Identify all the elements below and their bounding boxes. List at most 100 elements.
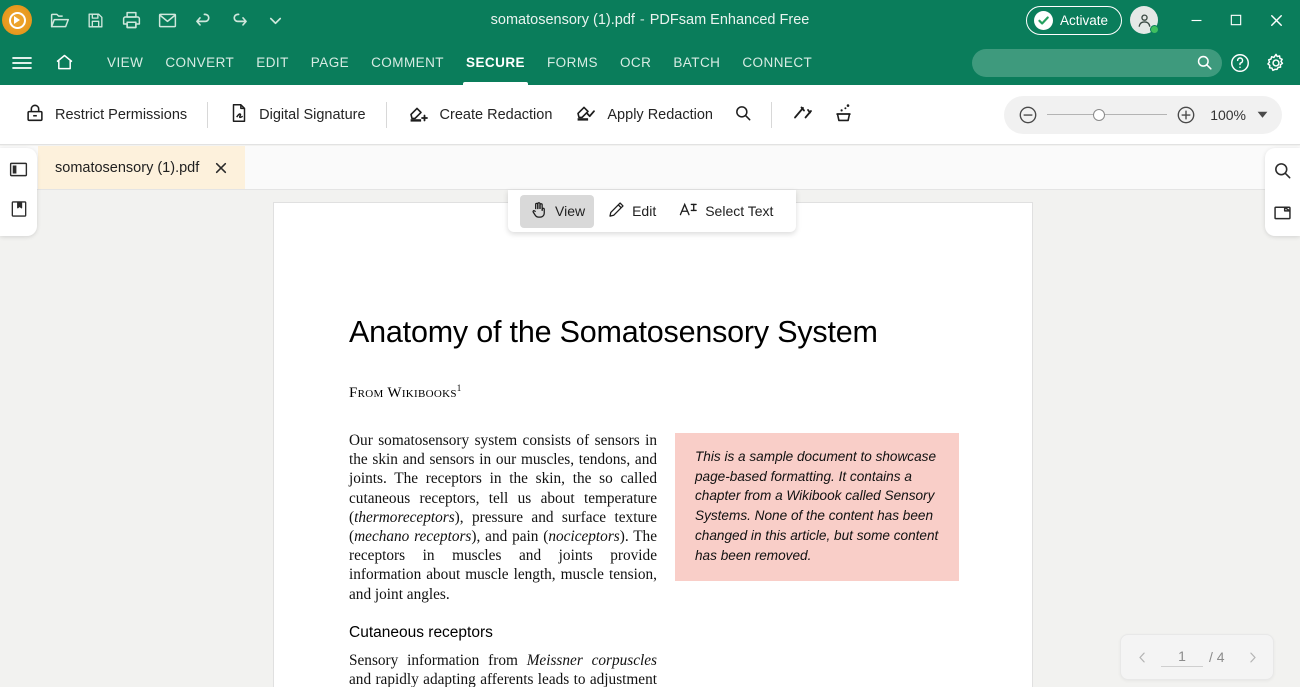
restrict-permissions-label: Restrict Permissions [55,106,188,123]
document-paragraph-2: Sensory information from Meissner corpus… [349,651,657,687]
apply-redaction-icon [574,101,598,129]
document-right-column: This is a sample document to showcase pa… [675,431,959,687]
menu-tab-ocr[interactable]: OCR [609,40,662,85]
zoom-level-label: 100% [1210,106,1246,123]
menu-tab-batch[interactable]: BATCH [662,40,731,85]
right-panel-rail [1265,148,1300,236]
zoom-slider-knob[interactable] [1093,108,1106,121]
restrict-permissions-button[interactable]: Restrict Permissions [13,96,198,134]
digital-signature-label: Digital Signature [259,106,366,123]
save-icon[interactable] [80,5,110,35]
menu-tab-comment[interactable]: COMMENT [360,40,455,85]
document-title: Anatomy of the Somatosensory System [349,315,878,349]
sanitize-document-button[interactable] [781,94,823,136]
view-mode-toolbar: View Edit Select Text [508,190,796,232]
document-tab-strip: somatosensory (1).pdf [0,146,1300,190]
apply-redaction-label: Apply Redaction [607,106,713,123]
next-page-button[interactable] [1239,644,1265,670]
digital-signature-button[interactable]: Digital Signature [217,96,376,134]
print-icon[interactable] [116,5,146,35]
search-input[interactable] [986,55,1195,70]
page-number-input[interactable] [1161,647,1203,667]
zoom-slider[interactable] [1047,108,1168,122]
toggle-side-panel-icon[interactable] [7,157,31,181]
menu-tab-forms[interactable]: FORMS [536,40,609,85]
home-icon[interactable] [44,52,84,73]
document-source-line: From Wikibooks1 [349,383,959,402]
document-workspace[interactable]: Anatomy of the Somatosensory System From… [0,190,1300,687]
gear-icon[interactable] [1258,40,1294,85]
search-icon[interactable] [1271,158,1295,182]
page-thumbnail-icon[interactable] [1271,200,1295,224]
select-text-mode-button[interactable]: Select Text [669,195,782,227]
create-redaction-icon [407,101,431,129]
document-callout-box: This is a sample document to showcase pa… [675,433,959,582]
search-icon [733,103,753,127]
menu-tab-convert[interactable]: CONVERT [154,40,245,85]
minimize-button[interactable] [1176,0,1216,40]
zoom-out-button[interactable] [1014,101,1042,129]
check-circle-icon [1033,10,1053,30]
chevron-down-icon[interactable] [1252,108,1272,121]
activate-button-label: Activate [1059,12,1108,28]
maximize-button[interactable] [1216,0,1256,40]
apply-redaction-button[interactable]: Apply Redaction [563,95,724,135]
email-icon[interactable] [152,5,182,35]
select-text-mode-label: Select Text [705,203,774,219]
document-source-footnote: 1 [456,383,462,393]
open-folder-icon[interactable] [44,5,74,35]
remove-hidden-data-button[interactable] [823,94,865,136]
menu-tab-view[interactable]: VIEW [96,40,154,85]
undo-icon[interactable] [188,5,218,35]
para1-seg3: ), and pain ( [471,527,549,545]
edit-mode-button[interactable]: Edit [598,195,665,227]
view-mode-label: View [555,203,586,219]
lock-icon [24,102,46,128]
search-icon[interactable] [1195,53,1214,72]
select-text-icon [678,200,699,222]
hand-icon [529,200,549,223]
para1-italic-mechanoreceptors: mechano receptors [354,527,472,545]
toolbar-divider [207,101,209,128]
menu-tab-edit[interactable]: EDIT [245,40,300,85]
global-search-box[interactable] [972,48,1222,77]
para1-italic-nociceptors: nociceptors [548,527,620,545]
page-navigation: / 4 [1120,634,1274,680]
title-bar: somatosensory (1).pdf - PDFsam Enhanced Fr… [0,0,1300,40]
previous-page-button[interactable] [1129,644,1155,670]
menubar-right-controls [972,40,1300,85]
remove-hidden-data-icon [832,101,856,129]
redo-icon[interactable] [224,5,254,35]
bookmarks-icon[interactable] [7,197,31,221]
help-icon[interactable] [1222,40,1258,85]
view-mode-button[interactable]: View [520,194,595,228]
left-panel-rail [0,148,37,236]
avatar[interactable] [1130,6,1159,34]
zoom-control: 100% [1004,95,1282,134]
toolbar-divider [385,101,387,128]
close-button[interactable] [1256,0,1296,40]
zoom-in-button[interactable] [1172,101,1200,129]
menu-tab-page[interactable]: PAGE [300,40,360,85]
pdfsam-logo[interactable] [2,5,32,35]
menu-tab-secure[interactable]: SECURE [455,40,536,85]
chevron-down-icon[interactable] [260,5,290,35]
activate-button[interactable]: Activate [1025,5,1122,35]
window-title-separator: - [639,12,645,28]
document-tab[interactable]: somatosensory (1).pdf [38,146,246,189]
titlebar-right-controls: Activate [1025,0,1300,40]
document-source-text: From Wikibooks [349,385,457,401]
create-redaction-button[interactable]: Create Redaction [396,95,564,135]
document-paragraph-1: Our somatosensory system consists of sen… [349,431,657,604]
menu-tab-connect[interactable]: CONNECT [731,40,823,85]
logo-inner-mark [8,11,26,29]
window-title-app: PDFsam Enhanced Free [649,12,810,28]
pencil-icon [607,200,626,222]
toolbar-divider [770,101,772,128]
page-total-label: / 4 [1209,649,1225,665]
close-icon[interactable] [213,160,229,176]
hamburger-menu-icon[interactable] [0,51,44,75]
document-left-column: Our somatosensory system consists of sen… [349,431,657,687]
search-redaction-button[interactable] [724,96,762,134]
para2-seg2: and rapidly adapting afferents leads to … [349,670,657,687]
